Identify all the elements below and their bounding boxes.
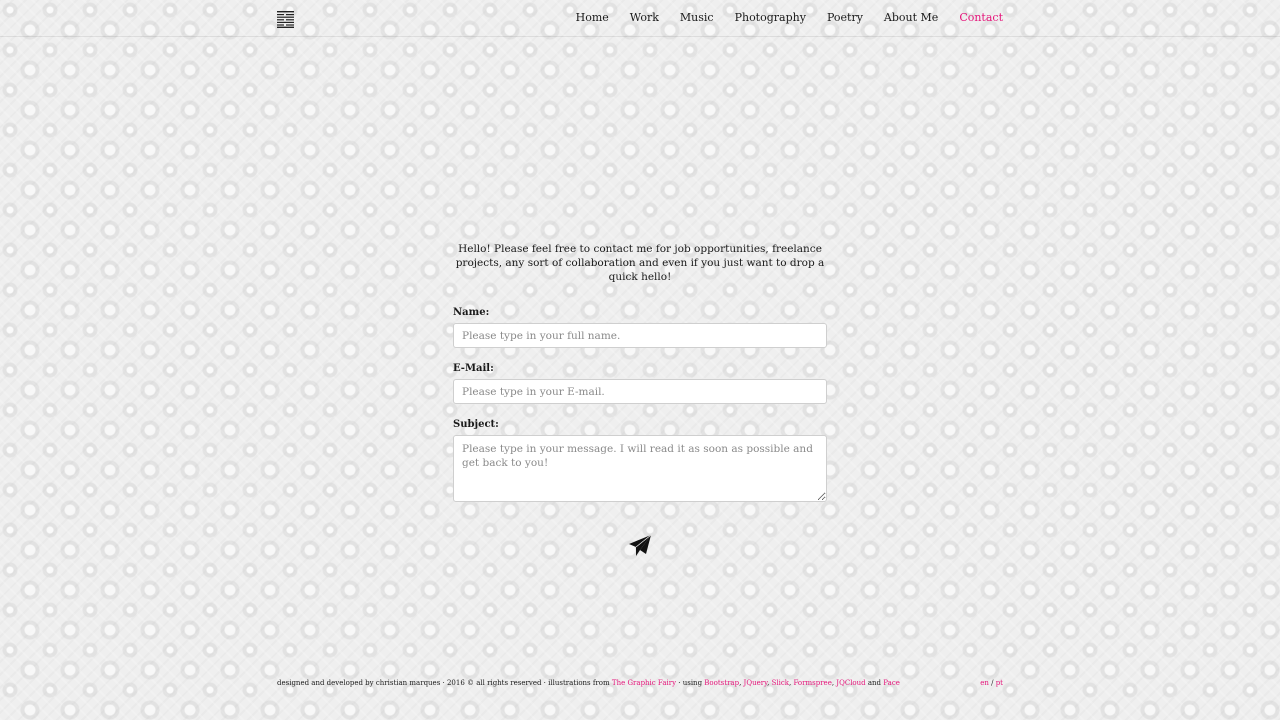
- navbar: Home Work Music Photography Poetry About…: [0, 0, 1280, 37]
- name-input[interactable]: [453, 323, 827, 348]
- send-button[interactable]: [627, 533, 653, 559]
- footer-using: · using: [678, 679, 703, 687]
- nav-music[interactable]: Music: [680, 11, 714, 25]
- email-label: E-Mail:: [453, 363, 494, 374]
- name-label: Name:: [453, 307, 490, 318]
- bootstrap-link[interactable]: Bootstrap: [704, 679, 739, 687]
- lang-pt-link[interactable]: pt: [996, 679, 1003, 687]
- jquery-link[interactable]: JQuery: [744, 679, 768, 687]
- paper-plane-icon: [627, 534, 653, 562]
- nav-work[interactable]: Work: [630, 11, 659, 25]
- graphic-fairy-link[interactable]: The Graphic Fairy: [612, 679, 676, 687]
- subject-label: Subject:: [453, 419, 499, 430]
- subject-textarea[interactable]: [453, 435, 827, 502]
- lang-en-link[interactable]: en: [980, 679, 989, 687]
- formspree-link[interactable]: Formspree: [793, 679, 831, 687]
- pace-link[interactable]: Pace: [883, 679, 900, 687]
- footer-credit: designed and developed by christian marq…: [277, 679, 610, 687]
- nav-home[interactable]: Home: [576, 11, 609, 25]
- footer: designed and developed by christian marq…: [277, 678, 1003, 688]
- nav-contact[interactable]: Contact: [959, 11, 1003, 25]
- nav-photography[interactable]: Photography: [735, 11, 806, 25]
- nav-poetry[interactable]: Poetry: [827, 11, 863, 25]
- slick-link[interactable]: Slick: [772, 679, 789, 687]
- jqcloud-link[interactable]: JQCloud: [836, 679, 865, 687]
- menu-lines-logo-icon[interactable]: [277, 11, 294, 28]
- lang-separator: /: [991, 679, 994, 687]
- footer-and: and: [867, 679, 882, 687]
- contact-intro: Hello! Please feel free to contact me fo…: [455, 243, 825, 283]
- nav-about-me[interactable]: About Me: [884, 11, 938, 25]
- email-input[interactable]: [453, 379, 827, 404]
- main-nav: Home Work Music Photography Poetry About…: [576, 11, 1003, 25]
- contact-form: Hello! Please feel free to contact me fo…: [453, 242, 827, 559]
- language-switcher: en / pt: [980, 678, 1003, 688]
